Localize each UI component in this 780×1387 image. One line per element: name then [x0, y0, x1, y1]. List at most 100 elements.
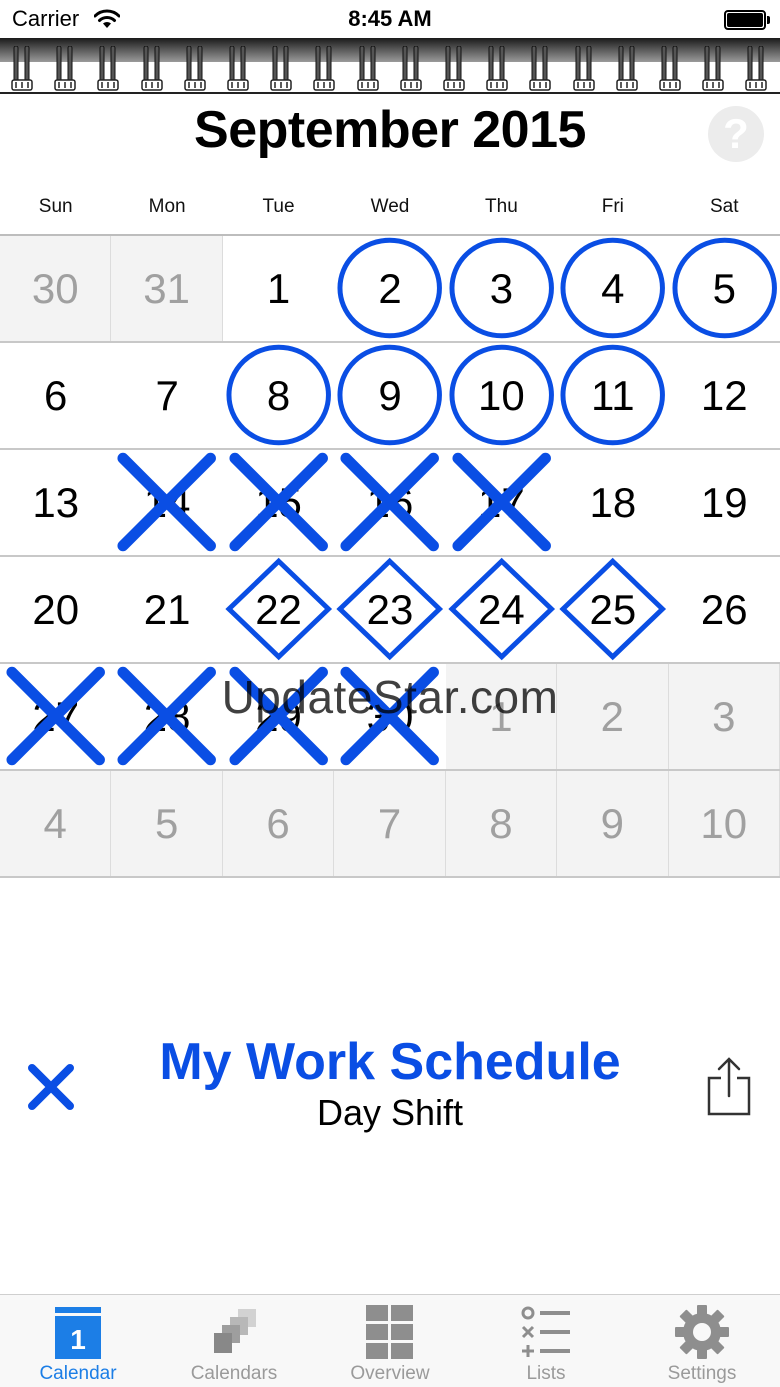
calendar-day-cell[interactable]: 24: [446, 557, 557, 662]
tab-calendar[interactable]: 1 Calendar: [0, 1295, 156, 1387]
calendar-day-cell[interactable]: 4: [557, 236, 668, 341]
binding-ring-icon: [659, 46, 681, 91]
calendar-day-cell[interactable]: 15: [223, 450, 334, 555]
day-number: 24: [478, 586, 525, 633]
help-button[interactable]: ?: [708, 106, 764, 162]
binding-ring-icon: [313, 46, 336, 91]
calendar-day-cell[interactable]: 11: [557, 343, 668, 448]
calendar-day-cell[interactable]: 9: [557, 771, 669, 876]
tab-lists-label: Lists: [526, 1363, 566, 1384]
calendar-day-cell[interactable]: 20: [0, 557, 111, 662]
calendar-day-cell[interactable]: 5: [111, 771, 223, 876]
list-icon: [521, 1306, 570, 1357]
day-number: 26: [700, 586, 748, 633]
month-title: September 2015: [194, 101, 586, 159]
calendar-icon-number: 1: [70, 1324, 86, 1355]
day-number: 8: [489, 800, 513, 847]
calendars-stack-icon: [214, 1309, 256, 1353]
binding-ring-icon: [400, 46, 422, 91]
calendar-day-cell[interactable]: 21: [111, 557, 222, 662]
calendar-day-cell[interactable]: 6: [222, 771, 335, 876]
calendar-grid: 30 31 1 2 3 4 5 6 7 8 9 10 11 12 13 14 15 16 17 18 19 20 21 22 2…: [0, 236, 780, 878]
day-number: 21: [143, 586, 191, 633]
calendar-day-cell[interactable]: 10: [668, 771, 780, 876]
day-number: 2: [378, 265, 402, 312]
day-number: 15: [255, 479, 302, 526]
day-number: 5: [154, 800, 179, 847]
binding-ring-icon: [97, 46, 120, 91]
calendar-day-cell[interactable]: 6: [0, 343, 111, 448]
day-number: 25: [589, 586, 637, 633]
weekday-thu: Thu: [485, 196, 518, 217]
day-number: 10: [700, 800, 748, 847]
day-number: 7: [155, 372, 179, 419]
day-number: 20: [32, 586, 80, 633]
calendar-day-cell[interactable]: 7: [111, 343, 222, 448]
calendar-day-cell[interactable]: 22: [223, 557, 334, 662]
weekday-sun: Sun: [38, 196, 73, 217]
day-number: 5: [712, 265, 736, 312]
day-number: 6: [44, 372, 68, 419]
day-number: 12: [700, 372, 748, 419]
status-bar: Carrier 8:45 AM: [0, 0, 780, 40]
calendar-day-cell[interactable]: 18: [557, 450, 668, 555]
tab-lists[interactable]: Lists: [468, 1295, 624, 1387]
day-number: 19: [700, 479, 748, 526]
tab-calendars[interactable]: Calendars: [156, 1295, 312, 1387]
binding-ring-icon: [616, 46, 638, 91]
binding-ring-icon: [356, 46, 379, 91]
schedule-subtitle: Day Shift: [316, 1092, 464, 1133]
tab-calendar-label: Calendar: [39, 1363, 117, 1384]
day-number: 9: [600, 800, 625, 847]
calendar-day-cell[interactable]: 26: [669, 557, 780, 662]
binding-ring-icon: [140, 46, 163, 91]
day-number: 30: [31, 265, 79, 312]
calendar-day-cell[interactable]: 23: [334, 557, 445, 662]
calendar-day-cell[interactable]: 7: [334, 771, 446, 876]
calendar-day-cell[interactable]: 2: [334, 236, 445, 341]
calendar-day-cell[interactable]: 1: [223, 236, 334, 341]
binding-ring-icon: [227, 46, 249, 91]
weekday-mon: Mon: [148, 196, 186, 217]
binding-ring-icon: [529, 46, 552, 91]
tab-settings[interactable]: Settings: [624, 1295, 780, 1387]
day-number: 11: [591, 372, 635, 419]
calendar-day-cell[interactable]: 12: [669, 343, 780, 448]
day-number: 10: [478, 372, 525, 419]
gear-icon: [675, 1305, 729, 1359]
calendar-day-cell[interactable]: 16: [334, 450, 445, 555]
calendar-day-cell[interactable]: 31: [111, 236, 223, 341]
calendar-day-cell[interactable]: 19: [669, 450, 780, 555]
tab-overview[interactable]: Overview: [312, 1295, 468, 1387]
calendar-day-cell[interactable]: 30: [0, 236, 112, 341]
day-number: 1: [266, 265, 291, 312]
binding-ring-icon: [270, 46, 292, 91]
schedule-title[interactable]: My Work Schedule: [0, 1032, 780, 1092]
calendar-day-cell[interactable]: 5: [669, 236, 780, 341]
binding-ring-icon: [443, 46, 465, 91]
calendar-day-cell[interactable]: 17: [446, 450, 557, 555]
day-number: 14: [143, 479, 191, 526]
calendar-day-cell[interactable]: 13: [0, 450, 111, 555]
calendar-day-cell[interactable]: 8: [445, 771, 558, 876]
day-number: 6: [266, 800, 290, 847]
calendar-week-row: 6 7 8 9 10 11 12: [0, 343, 780, 450]
calendar-day-cell[interactable]: 9: [334, 343, 445, 448]
tab-overview-label: Overview: [350, 1363, 430, 1384]
calendar-day-cell[interactable]: 8: [223, 343, 334, 448]
binding-ring-icon: [54, 46, 76, 91]
share-icon[interactable]: [704, 1056, 754, 1118]
tab-calendars-label: Calendars: [190, 1363, 278, 1384]
calendar-day-cell[interactable]: 14: [111, 450, 222, 555]
calendar-day-cell[interactable]: 25: [557, 557, 668, 662]
calendar-day-cell[interactable]: 10: [446, 343, 557, 448]
calendar-day-cell[interactable]: 3: [446, 236, 557, 341]
day-number: 23: [366, 586, 414, 633]
watermark: UpdateStar.com: [221, 671, 559, 723]
status-time: 8:45 AM: [348, 6, 432, 31]
day-number: 4: [43, 800, 67, 847]
calendar-day-cell[interactable]: 4: [0, 771, 112, 876]
day-number: 13: [32, 479, 80, 526]
day-number: 31: [143, 265, 190, 312]
calendar-week-row: 20 21 22 23 24 25 26: [0, 557, 780, 664]
